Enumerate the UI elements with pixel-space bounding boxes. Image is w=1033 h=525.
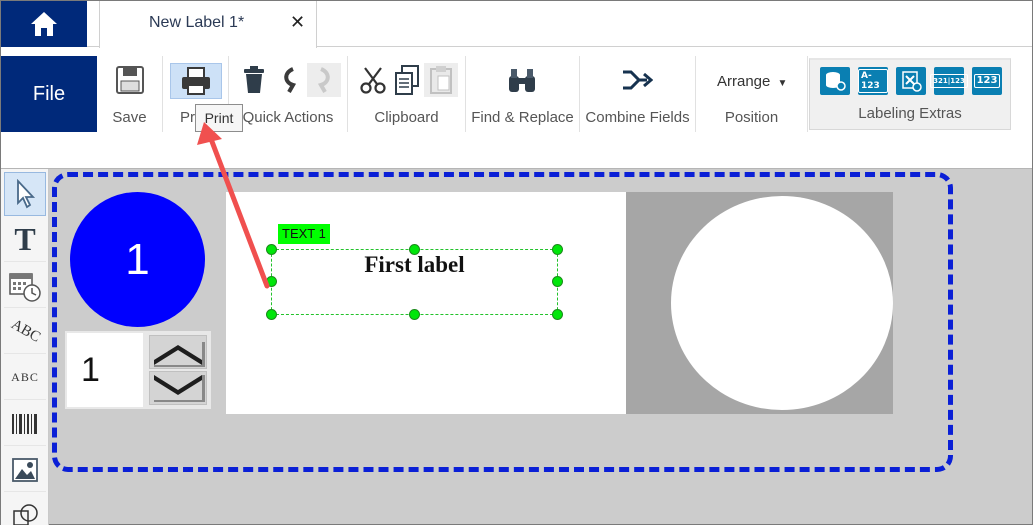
resize-handle[interactable] [552, 244, 563, 255]
paste-button[interactable] [424, 63, 458, 97]
counter-field-icon[interactable]: 321|123 [930, 67, 968, 95]
redo-icon [317, 67, 330, 93]
redo-button[interactable] [307, 63, 341, 97]
resize-handle[interactable] [266, 276, 277, 287]
stepper-down-button[interactable] [149, 371, 207, 405]
chevron-down-icon [154, 375, 205, 402]
text-object-tag: TEXT 1 [278, 224, 330, 244]
label-stepper: 1 [65, 331, 211, 409]
arrange-label: Arrange [717, 73, 771, 90]
curved-text-tool-icon[interactable]: ABC [4, 310, 46, 354]
printer-icon [182, 67, 210, 95]
home-icon [31, 12, 57, 36]
combine-fields-label: Combine Fields [585, 109, 690, 126]
document-tab[interactable]: New Label 1* ✕ [99, 1, 317, 48]
vertical-text-tool-icon[interactable]: ABC [4, 356, 46, 400]
undo-button[interactable] [273, 63, 307, 97]
print-tooltip: Print [195, 104, 243, 132]
copy-icon [395, 65, 419, 95]
cut-button[interactable] [356, 63, 390, 97]
save-group: Save [97, 56, 163, 132]
labeling-extras-label: Labeling Extras [858, 105, 962, 122]
print-button[interactable] [170, 63, 222, 99]
chevron-up-icon [154, 342, 205, 367]
excel-data-icon[interactable] [896, 67, 926, 95]
number-field-glyph: 123 [973, 74, 1001, 88]
find-replace-label: Find & Replace [471, 109, 574, 126]
undo-icon [284, 67, 297, 93]
position-group: Arrange ▼ Position [696, 56, 808, 132]
counter-field-glyph: 321|123 [930, 74, 968, 88]
trash-icon [244, 66, 264, 93]
save-button[interactable] [113, 63, 147, 97]
merge-arrow-icon [623, 70, 653, 90]
quick-actions-label: Quick Actions [242, 109, 334, 126]
resize-handle[interactable] [552, 309, 563, 320]
paste-icon [430, 66, 452, 94]
round-label-shape [671, 196, 893, 410]
find-replace-button[interactable] [505, 63, 539, 97]
ribbon: File Save Pr Quick Actions Clipboard Fin… [1, 56, 1032, 132]
file-button[interactable]: File [1, 56, 97, 132]
close-icon[interactable]: ✕ [290, 12, 305, 33]
database-glyph [826, 72, 846, 91]
serial-field-icon[interactable]: A-123 [858, 67, 888, 95]
clipboard-group: Clipboard [348, 56, 466, 132]
clipboard-label: Clipboard [374, 109, 439, 126]
labeling-extras-group: A-123 321|123 123 Labeling Extras [809, 58, 1011, 130]
binoculars-icon [509, 69, 535, 92]
stepper-value[interactable]: 1 [67, 333, 143, 407]
shape-tool-icon[interactable] [4, 494, 46, 525]
label-roll-preview [626, 192, 893, 414]
stepper-up-button[interactable] [149, 335, 207, 369]
arrange-dropdown[interactable]: Arrange ▼ [717, 73, 787, 90]
resize-handle[interactable] [552, 276, 563, 287]
resize-handle[interactable] [409, 309, 420, 320]
text-object-content[interactable]: First label [272, 252, 557, 278]
floppy-disk-icon [116, 66, 144, 94]
text-tool-icon[interactable]: T [4, 218, 46, 262]
number-field-icon[interactable]: 123 [972, 67, 1002, 95]
resize-handle[interactable] [409, 244, 420, 255]
resize-handle[interactable] [266, 309, 277, 320]
home-button[interactable] [1, 1, 87, 47]
combine-fields-group: Combine Fields [580, 56, 696, 132]
image-tool-icon[interactable] [4, 448, 46, 492]
delete-button[interactable] [237, 63, 271, 97]
combine-fields-button[interactable] [620, 63, 654, 97]
text-object[interactable]: First label [266, 244, 563, 320]
excel-glyph [902, 71, 922, 92]
date-time-tool-icon[interactable] [4, 264, 46, 308]
serial-field-glyph: A-123 [858, 69, 888, 93]
pointer-tool-icon[interactable] [4, 172, 46, 216]
object-toolbox: T ABC ABC [1, 169, 49, 525]
label-number-badge: 1 [70, 192, 205, 327]
scissors-icon [360, 67, 386, 94]
chevron-down-icon: ▼ [777, 78, 788, 89]
find-replace-group: Find & Replace [466, 56, 580, 132]
position-label: Position [724, 109, 779, 126]
database-icon[interactable] [820, 67, 850, 95]
tab-strip: New Label 1* ✕ [1, 1, 1032, 48]
design-workspace: T ABC ABC 1 1 TEXT 1 First label [1, 168, 1032, 525]
quick-actions-group: Quick Actions [229, 56, 348, 132]
resize-handle[interactable] [266, 244, 277, 255]
copy-button[interactable] [390, 63, 424, 97]
save-label: Save [112, 109, 147, 126]
barcode-tool-icon[interactable] [4, 402, 46, 446]
document-tab-title: New Label 1* [149, 14, 245, 31]
